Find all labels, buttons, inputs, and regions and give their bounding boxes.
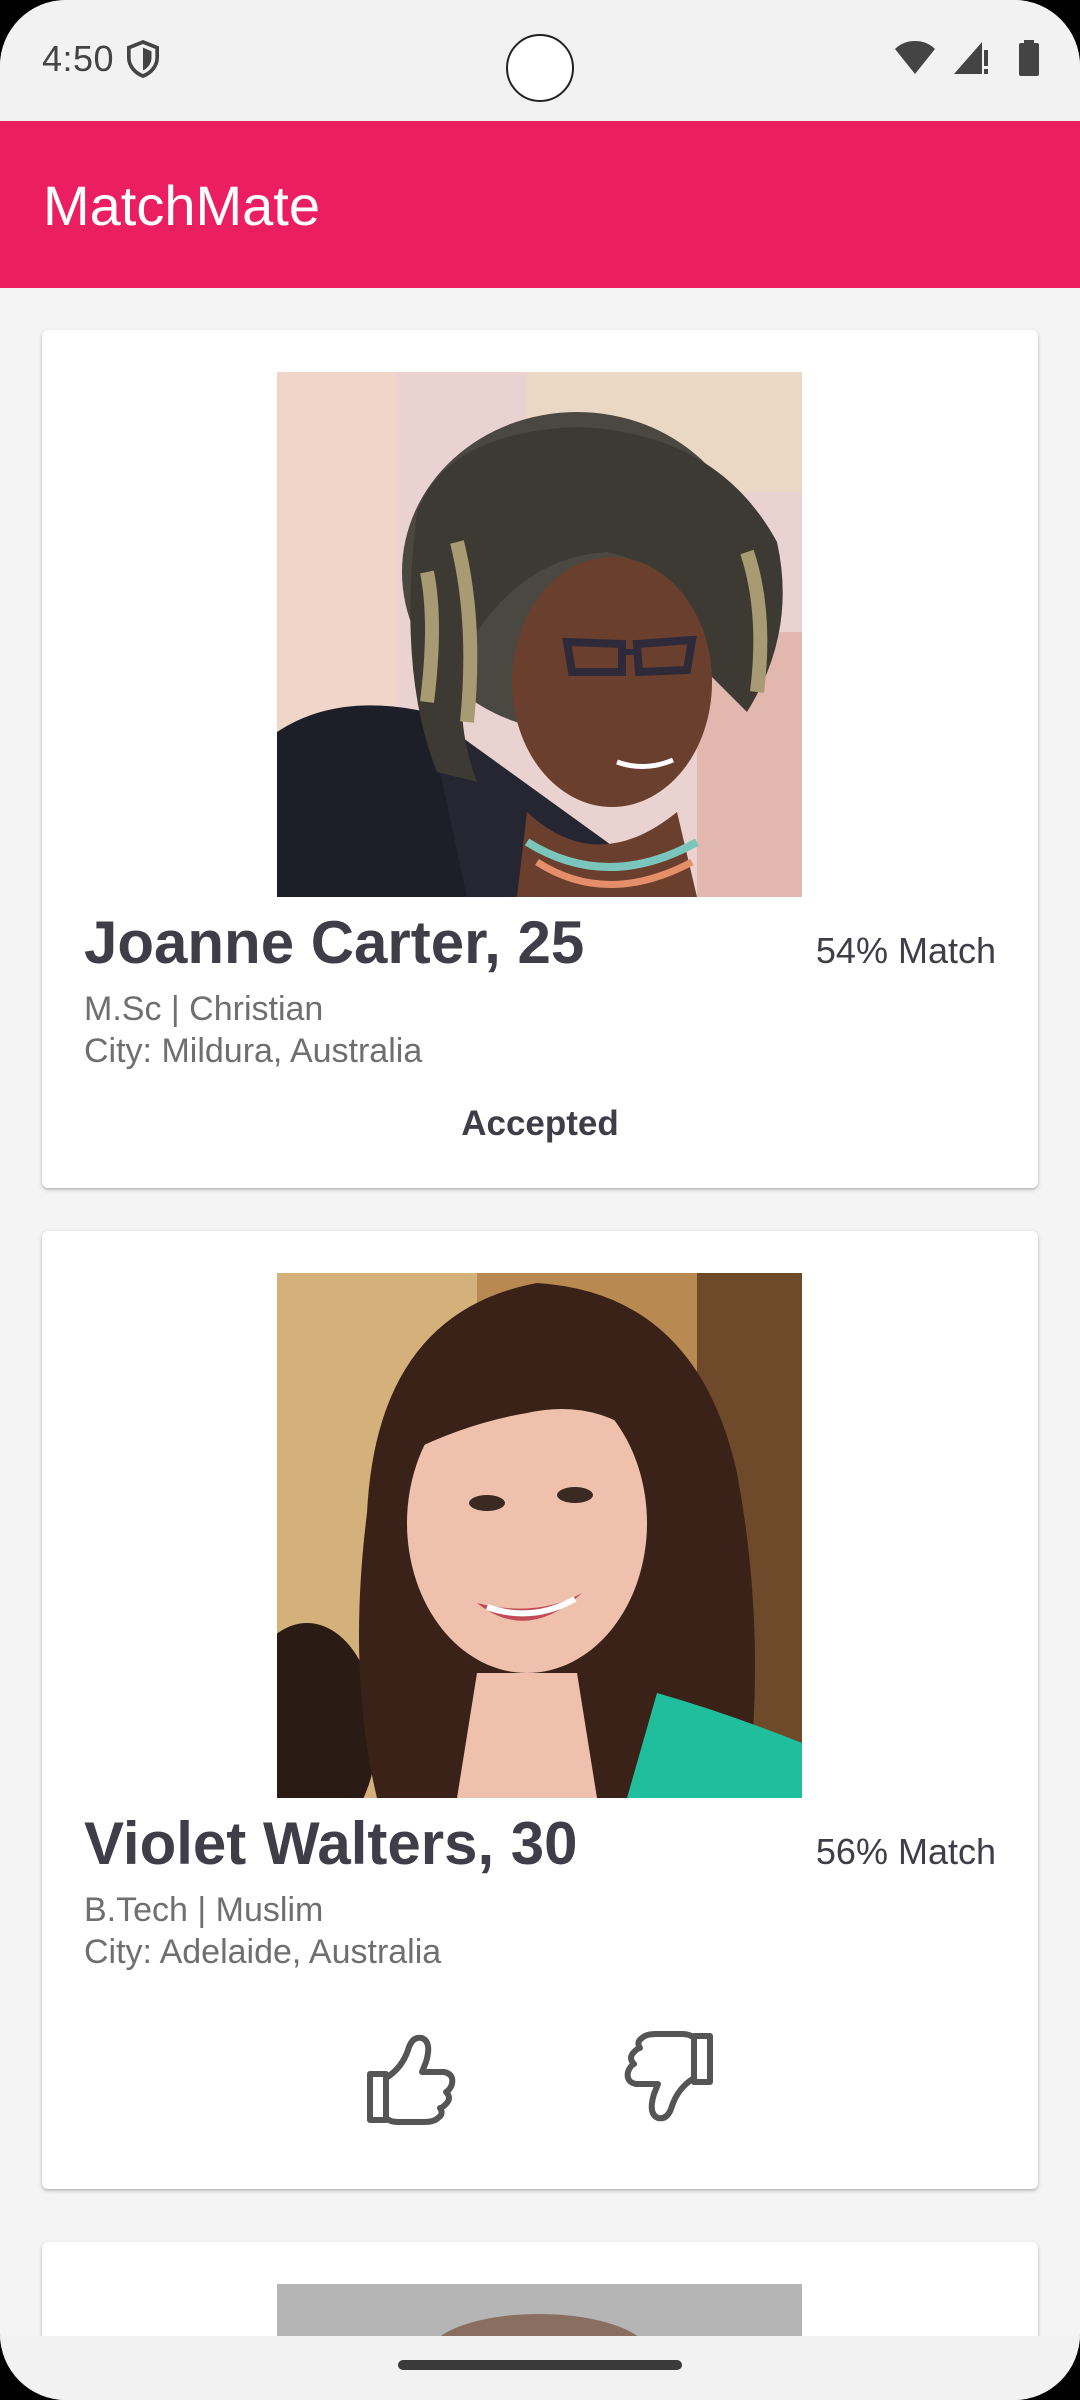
profile-name: Violet Walters, 30 (84, 1810, 578, 1877)
accept-button[interactable] (362, 2028, 458, 2128)
status-bar: 4:50 (0, 0, 1080, 121)
shield-icon (126, 40, 160, 78)
app-bar: MatchMate (0, 121, 1080, 288)
navigation-bar (0, 2336, 1080, 2400)
city: City: Adelaide, Australia (84, 1933, 442, 1971)
profile-photo (277, 1273, 802, 1798)
app-title: MatchMate (43, 174, 320, 237)
city: City: Mildura, Australia (84, 1032, 423, 1070)
profile-list[interactable]: Joanne Carter, 25 54% Match M.Sc | Chris… (0, 288, 1080, 2336)
profile-photo (277, 2284, 802, 2336)
camera-cutout (506, 34, 574, 102)
thumbs-up-icon (367, 2034, 456, 2125)
reject-button[interactable] (622, 2028, 718, 2128)
status-time: 4:50 (42, 38, 115, 79)
education-religion: M.Sc | Christian (84, 990, 324, 1028)
home-gesture-handle[interactable] (398, 2360, 682, 2370)
profile-card[interactable]: Violet Walters, 30 56% Match B.Tech | Mu… (42, 1231, 1038, 2189)
education-religion: B.Tech | Muslim (84, 1891, 324, 1929)
profile-name: Joanne Carter, 25 (84, 909, 585, 976)
profile-card[interactable] (42, 2242, 1038, 2336)
profile-card[interactable]: Joanne Carter, 25 54% Match M.Sc | Chris… (42, 330, 1038, 1188)
wifi-icon (895, 41, 935, 74)
profile-photo (277, 372, 802, 897)
status-label: Accepted (461, 1104, 619, 1143)
thumbs-down-icon (624, 2031, 713, 2122)
cell-signal-icon (954, 42, 988, 74)
screen: 4:50 MatchMate Joanne Carter, 25 54% Mat… (0, 0, 1080, 2400)
match-percentage: 54% Match (815, 930, 996, 971)
battery-icon (1019, 40, 1039, 76)
match-percentage: 56% Match (815, 1831, 996, 1872)
